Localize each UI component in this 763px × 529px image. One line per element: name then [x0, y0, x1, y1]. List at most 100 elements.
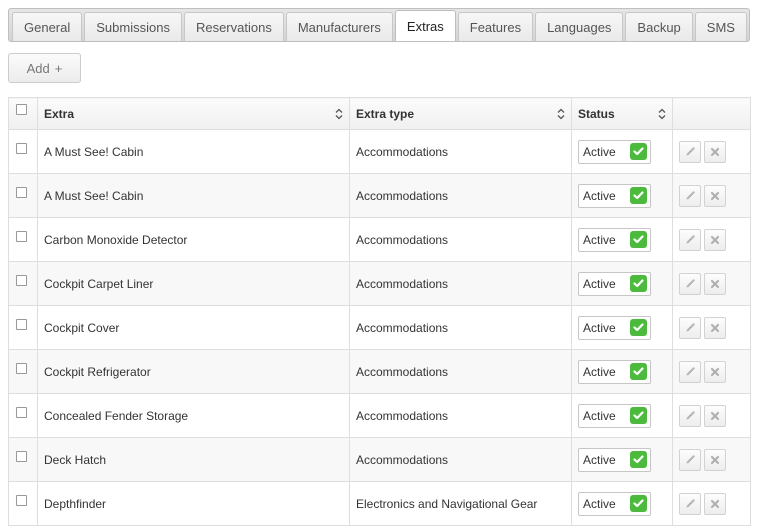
table-row: A Must See! Cabin Accommodations Active	[8, 173, 751, 218]
delete-button[interactable]	[704, 140, 726, 163]
edit-button[interactable]	[679, 140, 701, 163]
tab-manufacturers[interactable]: Manufacturers	[285, 12, 393, 41]
pencil-icon	[685, 234, 696, 245]
select-all-checkbox[interactable]	[16, 103, 27, 115]
delete-button[interactable]	[704, 492, 726, 515]
sort-icon[interactable]	[557, 108, 565, 120]
sort-icon[interactable]	[335, 108, 343, 120]
tab-reservations[interactable]: Reservations	[183, 12, 284, 41]
status-toggle[interactable]: Active	[578, 183, 651, 208]
edit-button[interactable]	[679, 492, 701, 515]
edit-button[interactable]	[679, 360, 701, 383]
delete-button[interactable]	[704, 316, 726, 339]
check-icon	[630, 187, 647, 204]
row-checkbox[interactable]	[16, 274, 27, 286]
cell-extra: Cockpit Refrigerator	[37, 349, 350, 394]
column-header-extra-label: Extra	[44, 106, 75, 121]
close-icon	[710, 235, 720, 245]
tab-submissions[interactable]: Submissions	[84, 12, 182, 41]
cell-extra-type: Accommodations	[349, 437, 572, 482]
edit-button[interactable]	[679, 272, 701, 295]
delete-button[interactable]	[704, 184, 726, 207]
edit-button[interactable]	[679, 316, 701, 339]
delete-button[interactable]	[704, 404, 726, 427]
status-toggle[interactable]: Active	[578, 139, 651, 164]
column-header-status[interactable]: Status	[571, 97, 673, 130]
cell-status: Active	[571, 217, 673, 262]
row-select-cell	[8, 305, 38, 350]
close-icon	[710, 147, 720, 157]
add-button-label: Add	[26, 60, 50, 76]
status-label: Active	[583, 276, 616, 291]
row-checkbox[interactable]	[16, 318, 27, 330]
column-header-extra-type[interactable]: Extra type	[349, 97, 572, 130]
status-toggle[interactable]: Active	[578, 315, 651, 340]
table-row: Cockpit Cover Accommodations Active	[8, 305, 751, 350]
delete-button[interactable]	[704, 272, 726, 295]
edit-button[interactable]	[679, 184, 701, 207]
cell-status: Active	[571, 393, 673, 438]
status-label: Active	[583, 364, 616, 379]
check-icon	[630, 275, 647, 292]
delete-button[interactable]	[704, 228, 726, 251]
status-toggle[interactable]: Active	[578, 227, 651, 252]
row-select-cell	[8, 173, 38, 218]
row-checkbox[interactable]	[16, 230, 27, 242]
row-checkbox[interactable]	[16, 406, 27, 418]
status-toggle[interactable]: Active	[578, 403, 651, 428]
add-button[interactable]: Add +	[8, 53, 81, 83]
tab-features[interactable]: Features	[457, 12, 534, 41]
status-label: Active	[583, 232, 616, 247]
cell-status: Active	[571, 437, 673, 482]
tab-backup[interactable]: Backup	[625, 12, 693, 41]
row-checkbox[interactable]	[16, 450, 27, 462]
table-row: Carbon Monoxide Detector Accommodations Ac…	[8, 217, 751, 262]
cell-actions	[672, 261, 751, 306]
delete-button[interactable]	[704, 448, 726, 471]
tab-sms[interactable]: SMS	[694, 12, 747, 41]
edit-button[interactable]	[679, 228, 701, 251]
cell-extra: Cockpit Carpet Liner	[37, 261, 350, 306]
delete-button[interactable]	[704, 360, 726, 383]
status-toggle[interactable]: Active	[578, 359, 651, 384]
status-toggle[interactable]: Active	[578, 491, 651, 516]
pencil-icon	[685, 322, 696, 333]
row-checkbox[interactable]	[16, 362, 27, 374]
status-toggle[interactable]: Active	[578, 271, 651, 296]
pencil-icon	[685, 410, 696, 421]
cell-extra: A Must See! Cabin	[37, 129, 350, 174]
pencil-icon	[685, 190, 696, 201]
cell-extra: Deck Hatch	[37, 437, 350, 482]
edit-button[interactable]	[679, 404, 701, 427]
row-checkbox[interactable]	[16, 494, 27, 506]
plus-icon: +	[54, 60, 63, 76]
cell-extra: A Must See! Cabin	[37, 173, 350, 218]
cell-extra: Depthfinder	[37, 481, 350, 526]
check-icon	[630, 451, 647, 468]
cell-extra-type: Electronics and Navigational Gear	[349, 481, 572, 526]
check-icon	[630, 319, 647, 336]
cell-status: Active	[571, 261, 673, 306]
row-checkbox[interactable]	[16, 142, 27, 154]
row-select-cell	[8, 129, 38, 174]
cell-extra: Cockpit Cover	[37, 305, 350, 350]
row-select-cell	[8, 481, 38, 526]
column-header-extra[interactable]: Extra	[37, 97, 350, 130]
cell-actions	[672, 349, 751, 394]
sort-icon[interactable]	[658, 108, 666, 120]
cell-actions	[672, 437, 751, 482]
status-toggle[interactable]: Active	[578, 447, 651, 472]
tab-extras[interactable]: Extras	[394, 10, 456, 41]
close-icon	[710, 499, 720, 509]
cell-status: Active	[571, 481, 673, 526]
tab-languages[interactable]: Languages	[535, 12, 624, 41]
table-row: Deck Hatch Accommodations Active	[8, 437, 751, 482]
edit-button[interactable]	[679, 448, 701, 471]
row-select-cell	[8, 393, 38, 438]
close-icon	[710, 411, 720, 421]
row-checkbox[interactable]	[16, 186, 27, 198]
pencil-icon	[685, 278, 696, 289]
table-row: A Must See! Cabin Accommodations Active	[8, 129, 751, 174]
tab-general[interactable]: General	[12, 12, 83, 41]
table-row: Concealed Fender Storage Accommodations Ac…	[8, 393, 751, 438]
